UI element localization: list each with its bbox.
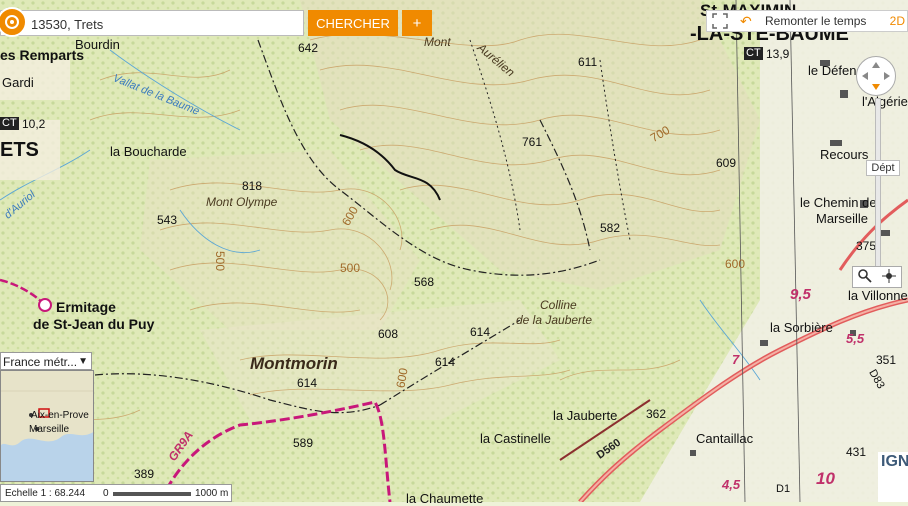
time-travel-button[interactable]: Remonter le temps	[765, 14, 866, 28]
place-label-chaumette: la Chaumette	[406, 491, 484, 506]
place-label-defens: le Défens	[808, 63, 863, 78]
place-label-algerie: l'Algérie	[862, 94, 908, 109]
road-label-ct-1: CT	[744, 47, 763, 60]
altitude-13-9: 13,9	[766, 47, 790, 61]
place-label-castinelle: la Castinelle	[480, 431, 551, 446]
place-label-jauberte: la Jauberte	[553, 408, 618, 423]
altitude-351: 351	[876, 353, 897, 367]
place-label-marseille: Marseille	[816, 211, 869, 226]
altitude-614-c: 614	[297, 376, 318, 390]
search-button[interactable]: CHERCHER	[308, 10, 398, 36]
altitude-761: 761	[522, 135, 543, 149]
ign-logo-text: IGN	[881, 453, 908, 470]
altitude-362: 362	[646, 407, 667, 421]
contour-label-600-b: 600	[393, 366, 411, 390]
altitude-375: 375	[856, 239, 877, 253]
place-label-boucharde: la Boucharde	[110, 144, 187, 159]
pan-control[interactable]	[856, 56, 896, 96]
nature-label-mont-olympe: Mont Olympe	[206, 195, 278, 209]
overview-city-aix: Aix-en-Prove	[31, 410, 89, 421]
road-label-ct-2: CT	[0, 117, 19, 130]
altitude-568: 568	[414, 275, 435, 289]
altitude-543: 543	[157, 213, 178, 227]
nature-label-mont: Mont	[424, 35, 451, 49]
km-label-10: 10	[816, 469, 835, 488]
time-travel-bar: ↶ Remonter le temps 2D	[706, 10, 908, 32]
search-bar	[0, 7, 304, 37]
topographic-map	[0, 0, 908, 502]
scale-max: 1000 m	[195, 488, 229, 499]
place-label-ermitage-2: de St-Jean du Puy	[33, 316, 155, 332]
overview-city-marseille: Marseille	[29, 424, 70, 435]
place-label-recours: Recours	[820, 147, 869, 162]
altitude-431: 431	[846, 445, 867, 459]
altitude-614-a: 614	[470, 325, 491, 339]
contour-label-600-c: 600	[725, 257, 746, 271]
place-label-villonne: la Villonne	[848, 288, 908, 303]
fullscreen-icon[interactable]	[711, 12, 729, 30]
chevron-down-icon: ▼	[78, 356, 88, 367]
back-arrow-icon[interactable]: ↶	[740, 13, 752, 30]
place-label-cantaillac: Cantaillac	[696, 431, 754, 446]
zoom-slider[interactable]	[875, 98, 881, 270]
contour-label-500-b: 500	[213, 250, 228, 272]
place-label-trets: ETS	[0, 139, 39, 161]
altitude-611: 611	[578, 55, 598, 69]
center-icon[interactable]	[881, 268, 897, 289]
scale-label: Echelle 1 : 68.244	[5, 488, 86, 499]
altitude-589: 589	[293, 436, 314, 450]
altitude-818: 818	[242, 179, 263, 193]
nature-label-jauberte: de la Jauberte	[516, 313, 593, 327]
scale-line	[113, 492, 191, 496]
altitude-582: 582	[600, 221, 621, 235]
altitude-10-2: 10,2	[22, 117, 46, 131]
view-2d-button[interactable]: 2D	[890, 14, 905, 28]
layer-select-value: France métr...	[3, 355, 78, 369]
km-label-9-5: 9,5	[790, 286, 811, 303]
magnifier-icon[interactable]	[857, 268, 873, 289]
pan-arrows-icon	[862, 62, 890, 90]
nature-label-montmorin: Montmorin	[250, 354, 338, 373]
map-canvas[interactable]: es Remparts Bourdin Gardi la Boucharde E…	[0, 0, 908, 506]
scale-zero: 0	[103, 488, 109, 499]
altitude-614-b: 614	[435, 355, 456, 369]
road-label-d1: D1	[776, 483, 791, 495]
place-label-gardi: Gardi	[2, 75, 34, 90]
km-label-5-5: 5,5	[846, 331, 865, 346]
altitude-609: 609	[716, 156, 737, 170]
place-label-sorbiere: la Sorbière	[770, 320, 833, 335]
layer-select[interactable]: France métr... ▼	[0, 352, 92, 370]
contour-label-500-a: 500	[340, 261, 361, 275]
ign-logo: IGN	[878, 452, 908, 502]
nature-label-colline: Colline	[540, 298, 577, 312]
km-label-4-5: 4,5	[722, 477, 741, 492]
altitude-389: 389	[134, 467, 155, 481]
locate-icon[interactable]	[0, 7, 27, 37]
place-label-bourdin: Bourdin	[75, 37, 120, 52]
place-label-chemin: le Chemin de	[800, 195, 877, 210]
altitude-642: 642	[298, 41, 319, 55]
overview-map[interactable]: Aix-en-Prove Marseille	[0, 370, 94, 482]
search-input[interactable]	[29, 13, 303, 35]
altitude-608: 608	[378, 327, 399, 341]
zoom-level-dept[interactable]: Dépt	[866, 160, 900, 176]
more-options-button[interactable]: +	[402, 10, 432, 36]
place-label-remparts: es Remparts	[0, 47, 85, 63]
zoom-tools	[852, 266, 902, 288]
place-label-ermitage: Ermitage	[56, 299, 116, 315]
km-label-7: 7	[732, 352, 740, 367]
scale-bar: Echelle 1 : 68.244 0 1000 m	[0, 484, 232, 502]
